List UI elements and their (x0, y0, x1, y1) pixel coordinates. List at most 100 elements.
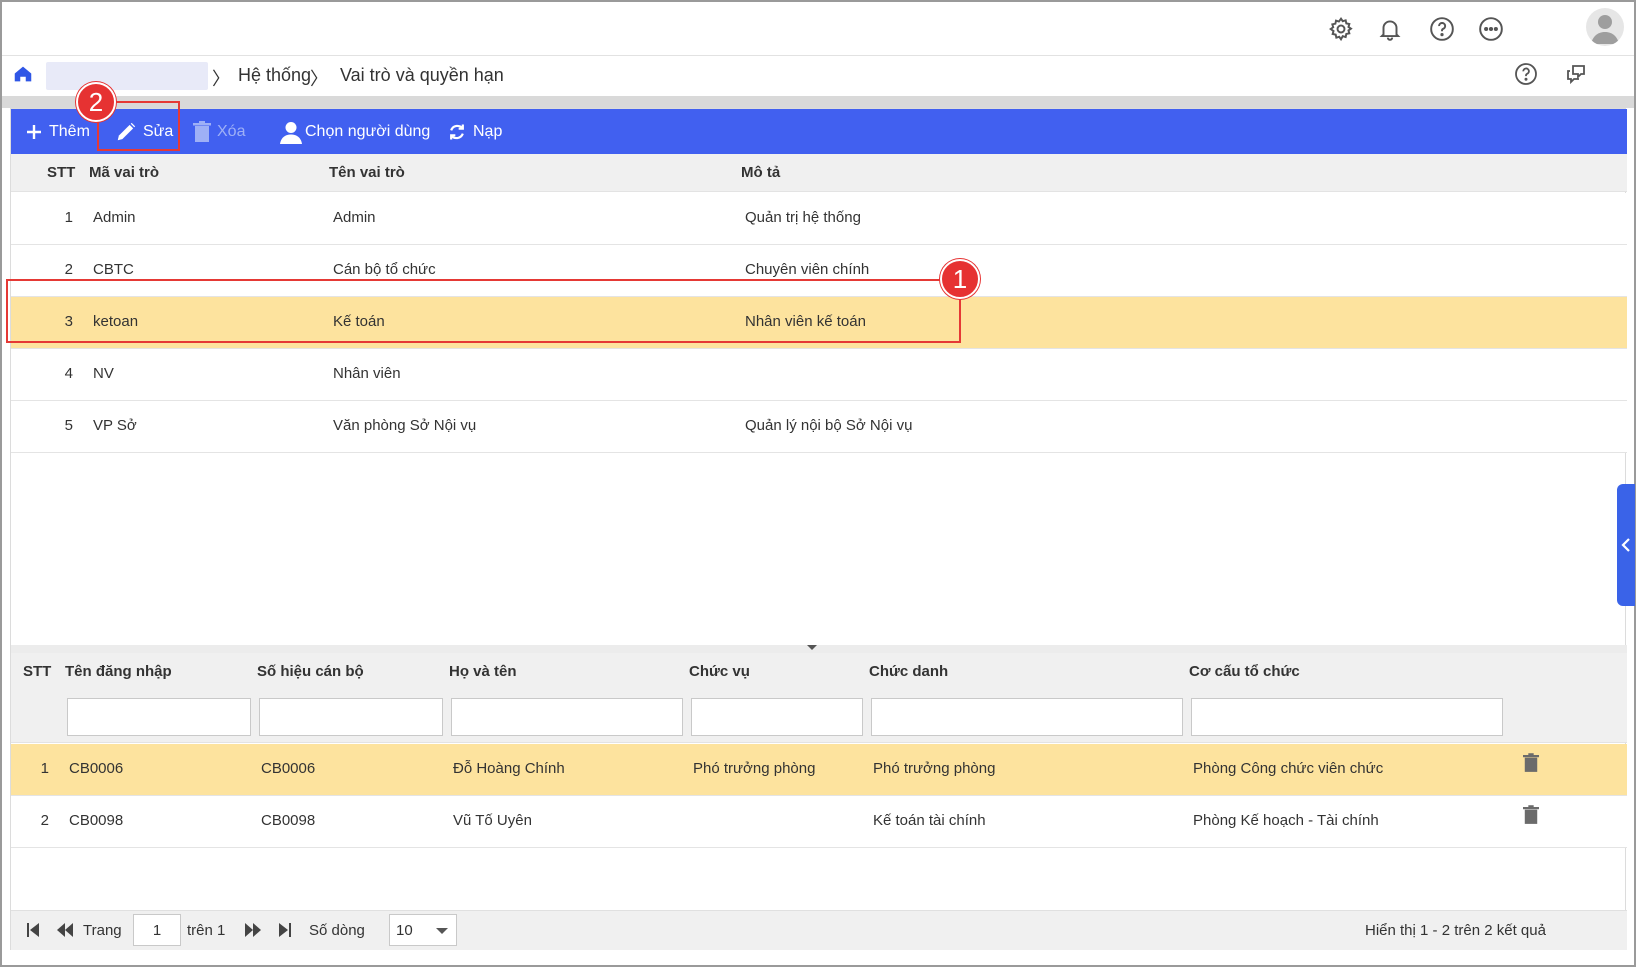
col-header-position[interactable]: Chức vụ (689, 663, 750, 680)
pager: Trang 1 trên 1 Số dòng 10 Hiển thị 1 - 2… (11, 910, 1627, 950)
breadcrumb-item-roles: Vai trò và quyền hạn (340, 65, 504, 85)
prev-page-icon[interactable] (57, 923, 73, 941)
col-header-username[interactable]: Tên đăng nhập (65, 663, 172, 680)
col-header-stt[interactable]: STT (47, 164, 75, 181)
rows-per-page-label: Số dòng (309, 922, 365, 939)
breadcrumb-redacted-item[interactable] (46, 62, 208, 90)
cell-username: CB0098 (69, 812, 124, 829)
step-badge-1: 1 (940, 259, 980, 299)
col-header-fullname[interactable]: Họ và tên (449, 663, 517, 680)
cell-role-name: Văn phòng Sở Nội vụ (333, 417, 477, 434)
refresh-icon (450, 124, 464, 139)
breadcrumb-separator: 〉 (212, 69, 230, 89)
page-label: Trang (83, 922, 122, 939)
users-grid-header: STT Tên đăng nhập Số hiệu cán bộ Họ và t… (11, 653, 1627, 693)
roles-grid-header: STT Mã vai trò Tên vai trò Mô tả (11, 154, 1627, 192)
breadcrumb: 〉 Hệ thống 〉 Vai trò và quyền hạn (2, 57, 1634, 97)
cell-description: Quản lý nội bộ Sở Nội vụ (745, 417, 913, 434)
breadcrumb-item-system[interactable]: Hệ thống (238, 65, 311, 86)
more-options-icon[interactable] (1476, 14, 1506, 44)
cell-org: Phòng Kế hoạch - Tài chính (1193, 812, 1379, 829)
rows-per-page-value: 10 (396, 921, 413, 939)
help-icon[interactable] (1427, 14, 1457, 44)
cell-title: Kế toán tài chính (873, 812, 986, 829)
cell-role-code: NV (93, 365, 114, 382)
col-header-role-code[interactable]: Mã vai trò (89, 164, 159, 181)
filter-username-input[interactable] (67, 698, 251, 736)
filter-title-input[interactable] (871, 698, 1183, 736)
cell-stt: 2 (64, 261, 73, 278)
filter-org-input[interactable] (1191, 698, 1503, 736)
next-page-icon[interactable] (245, 923, 261, 941)
results-summary: Hiển thị 1 - 2 trên 2 kết quả (1365, 922, 1546, 939)
user-row[interactable]: 2 CB0098 CB0098 Vũ Tố Uyên Kế toán tài c… (11, 796, 1627, 848)
cell-role-name: Nhân viên (333, 365, 401, 382)
breadcrumb-separator: 〉 (310, 69, 328, 89)
choose-user-button-label: Chọn người dùng (305, 122, 431, 140)
reload-button[interactable]: Nạp (447, 109, 502, 154)
page-number-input[interactable]: 1 (133, 914, 181, 946)
role-row[interactable]: 1 Admin Admin Quản trị hệ thống (11, 193, 1627, 245)
chevron-left-icon (1621, 538, 1630, 552)
chevron-down-icon (436, 928, 448, 934)
cell-fullname: Đỗ Hoàng Chính (453, 760, 565, 777)
col-header-title[interactable]: Chức danh (869, 663, 948, 680)
step-badge-2: 2 (76, 82, 116, 122)
cell-description: Chuyên viên chính (745, 261, 870, 278)
home-icon[interactable] (12, 63, 34, 89)
cell-title: Phó trưởng phòng (873, 760, 996, 777)
top-bar (2, 2, 1634, 56)
page-number-value: 1 (152, 921, 162, 939)
col-header-staff-id[interactable]: Số hiệu cán bộ (257, 663, 364, 680)
splitter-arrow-icon[interactable] (807, 645, 817, 650)
roles-panel: Thêm Sửa Xóa Chọn người dùng Nạp STT Mã … (10, 108, 1627, 950)
cell-staff-id: CB0006 (261, 760, 316, 777)
cell-fullname: Vũ Tố Uyên (453, 812, 532, 829)
add-button-label: Thêm (49, 122, 90, 140)
settings-gear-icon[interactable] (1326, 14, 1356, 44)
page-help-icon[interactable] (1514, 62, 1538, 90)
cell-stt: 4 (64, 365, 73, 382)
last-page-icon[interactable] (279, 923, 291, 941)
cell-stt: 2 (40, 812, 49, 829)
row-delete-trash-icon[interactable] (1523, 804, 1539, 830)
delete-button[interactable]: Xóa (193, 109, 245, 154)
col-header-description[interactable]: Mô tả (741, 164, 780, 181)
panel-splitter[interactable] (11, 645, 1627, 653)
choose-user-button[interactable]: Chọn người dùng (279, 109, 430, 154)
user-row-selected[interactable]: 1 CB0006 CB0006 Đỗ Hoàng Chính Phó trưởn… (11, 744, 1627, 796)
role-row[interactable]: 5 VP Sở Văn phòng Sở Nội vụ Quản lý nội … (11, 401, 1627, 453)
col-header-org[interactable]: Cơ cấu tổ chức (1189, 663, 1300, 680)
add-button[interactable]: Thêm (25, 109, 90, 154)
plus-icon (27, 124, 41, 139)
filter-staff-id-input[interactable] (259, 698, 443, 736)
highlight-selected-role-box (6, 279, 961, 343)
col-header-stt[interactable]: STT (23, 663, 51, 680)
role-row[interactable]: 4 NV Nhân viên (11, 349, 1627, 401)
cell-role-code: Admin (93, 209, 136, 226)
cell-description: Quản trị hệ thống (745, 209, 861, 226)
side-panel-toggle[interactable] (1617, 484, 1635, 606)
cell-role-code: CBTC (93, 261, 134, 278)
cell-username: CB0006 (69, 760, 124, 777)
delete-button-label: Xóa (217, 122, 246, 140)
users-filter-row (11, 693, 1627, 743)
cell-role-code: VP Sở (93, 417, 137, 434)
cell-org: Phòng Công chức viên chức (1193, 760, 1384, 777)
filter-position-input[interactable] (691, 698, 863, 736)
rows-per-page-select[interactable]: 10 (389, 914, 457, 946)
first-page-icon[interactable] (27, 923, 39, 941)
user-avatar[interactable] (1586, 8, 1624, 46)
feedback-chat-icon[interactable] (1564, 62, 1588, 90)
row-delete-trash-icon[interactable] (1523, 752, 1539, 778)
content-band (2, 96, 1634, 108)
toolbar: Thêm Sửa Xóa Chọn người dùng Nạp (11, 109, 1627, 154)
cell-stt: 1 (40, 760, 49, 777)
trash-icon (193, 120, 211, 142)
col-header-role-name[interactable]: Tên vai trò (329, 164, 405, 181)
cell-stt: 5 (64, 417, 73, 434)
user-icon (280, 121, 302, 144)
cell-stt: 1 (64, 209, 73, 226)
filter-fullname-input[interactable] (451, 698, 683, 736)
notification-bell-icon[interactable] (1375, 14, 1405, 44)
